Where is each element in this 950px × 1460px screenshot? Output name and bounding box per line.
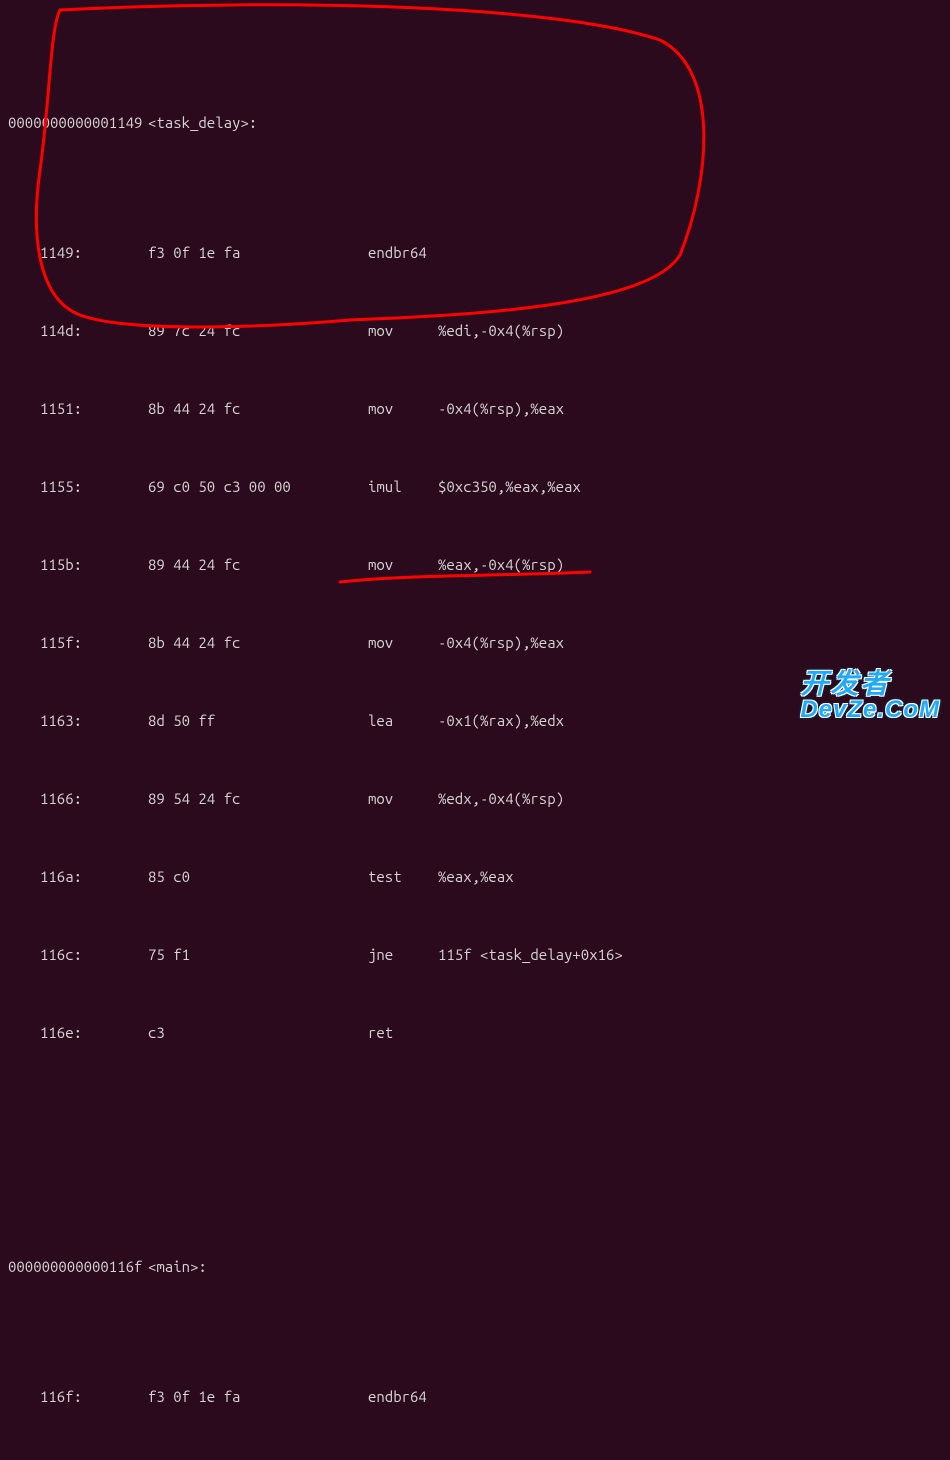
symbol-header: 0000000000001149 <task_delay>: (8, 110, 942, 136)
operands (438, 1020, 942, 1046)
symbol-name: <task_delay>: (148, 110, 942, 136)
asm-row: 1155:69 c0 50 c3 00 00imul$0xc350,%eax,%… (8, 474, 942, 500)
bytes: f3 0f 1e fa (148, 240, 368, 266)
operands: -0x4(%rsp),%eax (438, 630, 942, 656)
addr: 116a: (8, 864, 148, 890)
addr: 1163: (8, 708, 148, 734)
symbol-address: 000000000000116f (8, 1254, 148, 1280)
addr: 116e: (8, 1020, 148, 1046)
asm-row: 116a:85 c0test%eax,%eax (8, 864, 942, 890)
asm-row: 115b:89 44 24 fcmov%eax,-0x4(%rsp) (8, 552, 942, 578)
bytes: 8b 44 24 fc (148, 630, 368, 656)
asm-row: 116c:75 f1jne115f <task_delay+0x16> (8, 942, 942, 968)
mnemonic: endbr64 (368, 240, 438, 266)
bytes: 75 f1 (148, 942, 368, 968)
asm-row: 114d:89 7c 24 fcmov%edi,-0x4(%rsp) (8, 318, 942, 344)
mnemonic: mov (368, 318, 438, 344)
addr: 1166: (8, 786, 148, 812)
addr: 115b: (8, 552, 148, 578)
bytes: 69 c0 50 c3 00 00 (148, 474, 368, 500)
asm-row: 1151:8b 44 24 fcmov-0x4(%rsp),%eax (8, 396, 942, 422)
mnemonic: jne (368, 942, 438, 968)
bytes: 89 54 24 fc (148, 786, 368, 812)
mnemonic: imul (368, 474, 438, 500)
watermark-line1: 开发者 (800, 670, 940, 698)
symbol-name: <main>: (148, 1254, 942, 1280)
addr: 1149: (8, 240, 148, 266)
operands: %edi,-0x4(%rsp) (438, 318, 942, 344)
addr: 115f: (8, 630, 148, 656)
asm-row: 1166:89 54 24 fcmov%edx,-0x4(%rsp) (8, 786, 942, 812)
operands: $0xc350,%eax,%eax (438, 474, 942, 500)
bytes: f3 0f 1e fa (148, 1384, 368, 1410)
addr: 114d: (8, 318, 148, 344)
mnemonic: mov (368, 630, 438, 656)
bytes: 85 c0 (148, 864, 368, 890)
mnemonic: lea (368, 708, 438, 734)
mnemonic: mov (368, 396, 438, 422)
symbol-address: 0000000000001149 (8, 110, 148, 136)
addr: 1155: (8, 474, 148, 500)
watermark-line2: DevZe.CoM (800, 698, 940, 722)
asm-row: 116f:f3 0f 1e faendbr64 (8, 1384, 942, 1410)
addr: 1151: (8, 396, 148, 422)
mnemonic: mov (368, 786, 438, 812)
operands (438, 1384, 942, 1410)
operands: 115f <task_delay+0x16> (438, 942, 942, 968)
symbol-header: 000000000000116f <main>: (8, 1254, 942, 1280)
watermark: 开发者 DevZe.CoM (800, 670, 940, 722)
addr: 116f: (8, 1384, 148, 1410)
bytes: 8b 44 24 fc (148, 396, 368, 422)
asm-row: 115f:8b 44 24 fcmov-0x4(%rsp),%eax (8, 630, 942, 656)
operands: %eax,%eax (438, 864, 942, 890)
bytes: c3 (148, 1020, 368, 1046)
mnemonic: ret (368, 1020, 438, 1046)
mnemonic: test (368, 864, 438, 890)
bytes: 89 44 24 fc (148, 552, 368, 578)
blank-line (8, 1124, 942, 1150)
operands: %eax,-0x4(%rsp) (438, 552, 942, 578)
asm-row: 116e:c3ret (8, 1020, 942, 1046)
addr: 116c: (8, 942, 148, 968)
disassembly-listing: 0000000000001149 <task_delay>: 1149:f3 0… (8, 6, 942, 1460)
asm-row: 1149:f3 0f 1e faendbr64 (8, 240, 942, 266)
bytes: 89 7c 24 fc (148, 318, 368, 344)
operands (438, 240, 942, 266)
operands: %edx,-0x4(%rsp) (438, 786, 942, 812)
mnemonic: endbr64 (368, 1384, 438, 1410)
bytes: 8d 50 ff (148, 708, 368, 734)
operands: -0x4(%rsp),%eax (438, 396, 942, 422)
mnemonic: mov (368, 552, 438, 578)
